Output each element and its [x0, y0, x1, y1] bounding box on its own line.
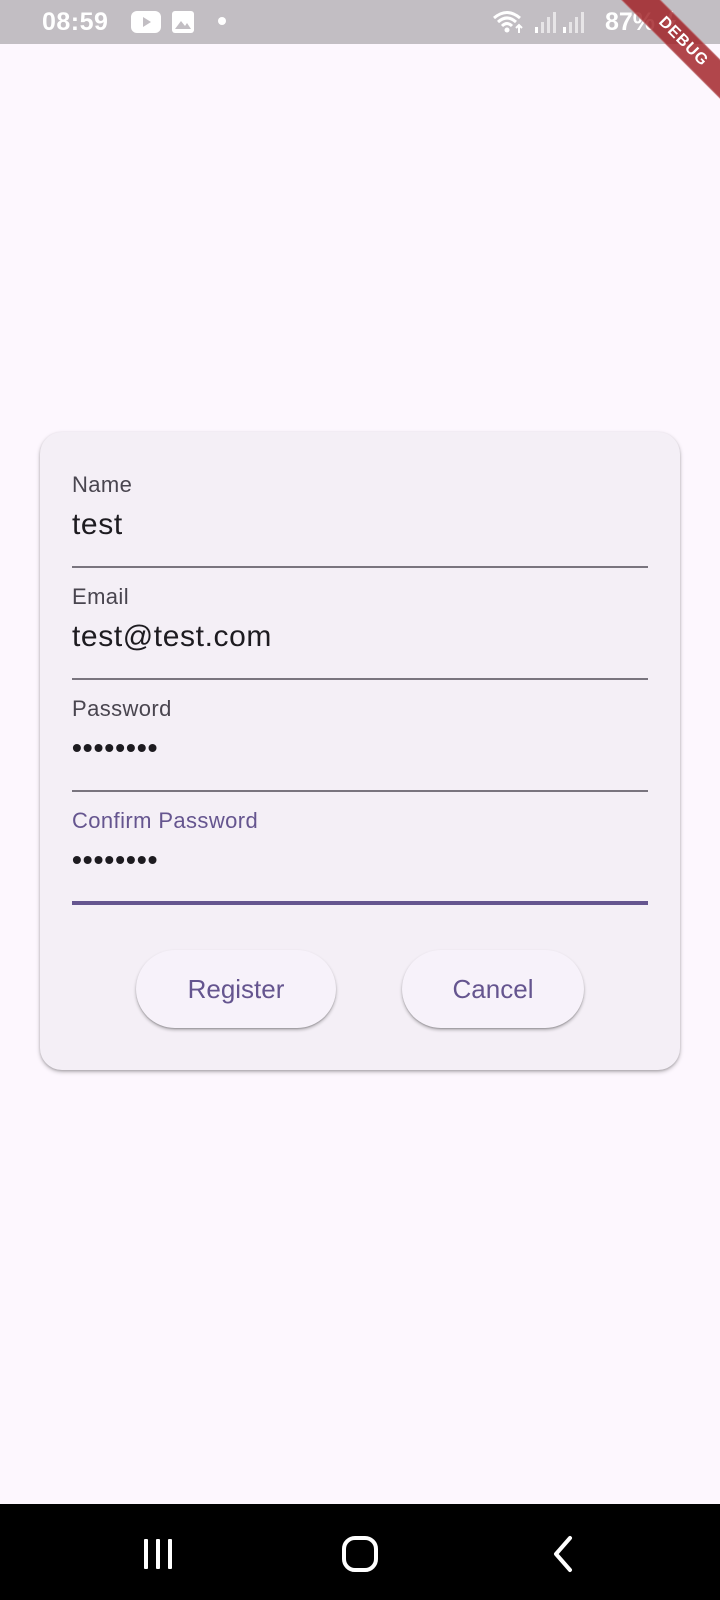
battery-percentage: 87% [605, 8, 656, 36]
password-underline [72, 790, 648, 792]
navigation-bar [0, 1504, 720, 1600]
status-bar: 08:59 87% [0, 0, 720, 44]
home-icon[interactable] [340, 1534, 380, 1574]
register-button[interactable]: Register [136, 950, 336, 1028]
password-label: Password [72, 696, 172, 721]
confirm-password-field[interactable]: Confirm Password •••••••• [72, 804, 648, 906]
charging-bolt-icon [664, 11, 676, 35]
name-label: Name [72, 472, 133, 497]
notification-dot-icon [218, 17, 226, 25]
password-field[interactable]: Password •••••••• [72, 692, 648, 792]
email-underline [72, 678, 648, 680]
registration-card: Name test Email test@test.com Password •… [40, 432, 680, 1070]
status-time: 08:59 [42, 8, 109, 36]
youtube-icon [131, 11, 161, 33]
password-value[interactable]: •••••••• [72, 732, 158, 764]
email-label: Email [72, 584, 130, 609]
image-icon [172, 11, 194, 33]
name-underline [72, 566, 648, 568]
signal-icon [563, 12, 584, 33]
name-value[interactable]: test [72, 508, 123, 542]
cancel-button[interactable]: Cancel [402, 950, 584, 1028]
confirm-password-label: Confirm Password [72, 808, 259, 833]
name-field[interactable]: Name test [72, 468, 648, 568]
wifi-icon [493, 11, 523, 33]
recents-icon[interactable] [139, 1534, 179, 1574]
back-icon[interactable] [544, 1534, 584, 1574]
email-field[interactable]: Email test@test.com [72, 580, 648, 680]
confirm-password-value[interactable]: •••••••• [72, 844, 158, 876]
email-value[interactable]: test@test.com [72, 620, 272, 654]
confirm-password-underline [72, 901, 648, 905]
signal-icon [535, 12, 556, 33]
